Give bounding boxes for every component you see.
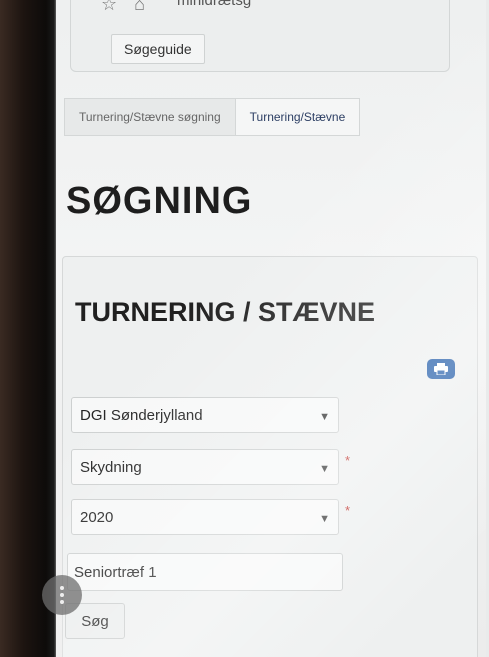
top-bar: ☆ ⌂ minidrætsg Søgeguide <box>70 0 450 72</box>
required-marker: * <box>345 453 351 468</box>
region-select-value: DGI Sønderjylland <box>80 407 203 424</box>
dot-icon <box>60 593 64 597</box>
region-select[interactable]: DGI Sønderjylland ▼ <box>71 397 339 433</box>
search-guide-button[interactable]: Søgeguide <box>111 34 205 64</box>
floating-menu-button[interactable] <box>42 575 82 615</box>
tab-tournament-search[interactable]: Turnering/Stævne søgning <box>64 98 236 136</box>
year-select-value: 2020 <box>80 509 114 526</box>
tab-bar: Turnering/Stævne søgning Turnering/Stævn… <box>64 98 361 136</box>
chevron-down-icon: ▼ <box>319 463 330 475</box>
dot-icon <box>60 600 64 604</box>
year-select[interactable]: 2020 ▼ <box>71 499 339 535</box>
sport-select-value: Skydning <box>80 459 142 476</box>
browser-title: minidrætsg <box>177 0 252 9</box>
page-title: SØGNING <box>66 180 253 222</box>
required-marker: * <box>345 503 351 518</box>
sport-select[interactable]: Skydning ▼ <box>71 449 339 485</box>
dot-icon <box>60 586 64 590</box>
search-panel: TURNERING / STÆVNE DGI Sønderjylland ▼ S… <box>62 256 478 657</box>
panel-title: TURNERING / STÆVNE <box>75 297 376 327</box>
name-input[interactable]: Seniortræf 1 <box>67 553 343 591</box>
chevron-down-icon: ▼ <box>319 513 330 525</box>
printer-icon <box>434 363 448 375</box>
bookmark-icons[interactable]: ☆ ⌂ <box>101 0 151 15</box>
print-button[interactable] <box>427 359 455 379</box>
phone-screen: ☆ ⌂ minidrætsg Søgeguide Turnering/Stævn… <box>56 0 486 657</box>
chevron-down-icon: ▼ <box>319 411 330 423</box>
tab-tournament[interactable]: Turnering/Stævne <box>235 98 361 136</box>
